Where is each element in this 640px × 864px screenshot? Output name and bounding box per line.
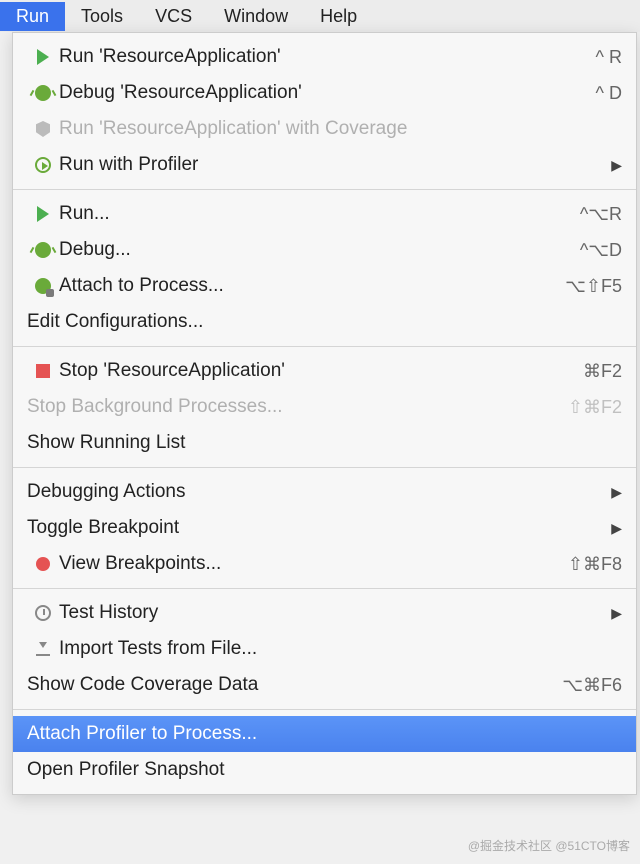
menubar-item-run[interactable]: Run xyxy=(0,2,65,31)
menu-item-show-running-list[interactable]: Show Running List xyxy=(13,425,636,461)
bug-icon xyxy=(27,242,59,258)
menu-item-toggle-breakpoint[interactable]: Toggle Breakpoint ▶ xyxy=(13,510,636,546)
menu-item-label: Run with Profiler xyxy=(59,154,603,176)
menu-item-label: Stop 'ResourceApplication' xyxy=(59,360,573,382)
menu-separator xyxy=(13,467,636,468)
clock-icon xyxy=(27,605,59,621)
menu-item-run-with-profiler[interactable]: Run with Profiler ▶ xyxy=(13,147,636,183)
menu-item-label: Attach to Process... xyxy=(59,275,555,297)
menu-item-shortcut: ⌘F2 xyxy=(583,361,622,382)
menu-item-label: Attach Profiler to Process... xyxy=(27,723,622,745)
menu-item-stop-resourceapplication[interactable]: Stop 'ResourceApplication' ⌘F2 xyxy=(13,353,636,389)
import-icon xyxy=(27,642,59,656)
menu-item-shortcut: ^⌥D xyxy=(580,240,622,261)
submenu-arrow-icon: ▶ xyxy=(611,157,622,174)
menu-item-attach-to-process[interactable]: Attach to Process... ⌥⇧F5 xyxy=(13,268,636,304)
menubar-item-help[interactable]: Help xyxy=(304,2,373,31)
menu-item-show-code-coverage-data[interactable]: Show Code Coverage Data ⌥⌘F6 xyxy=(13,667,636,703)
submenu-arrow-icon: ▶ xyxy=(611,520,622,537)
play-icon xyxy=(27,49,59,65)
menu-item-label: Debugging Actions xyxy=(27,481,603,503)
menu-item-label: View Breakpoints... xyxy=(59,553,558,575)
menu-separator xyxy=(13,346,636,347)
menu-item-label: Debug 'ResourceApplication' xyxy=(59,82,586,104)
menu-separator xyxy=(13,588,636,589)
menu-item-debug[interactable]: Debug... ^⌥D xyxy=(13,232,636,268)
menu-item-label: Show Code Coverage Data xyxy=(27,674,552,696)
menu-item-stop-background-processes: Stop Background Processes... ⇧⌘F2 xyxy=(13,389,636,425)
menu-item-import-tests-from-file[interactable]: Import Tests from File... xyxy=(13,631,636,667)
submenu-arrow-icon: ▶ xyxy=(611,484,622,501)
menu-item-view-breakpoints[interactable]: View Breakpoints... ⇧⌘F8 xyxy=(13,546,636,582)
menubar-item-vcs[interactable]: VCS xyxy=(139,2,208,31)
menu-item-label: Toggle Breakpoint xyxy=(27,517,603,539)
menu-item-label: Run 'ResourceApplication' with Coverage xyxy=(59,118,622,140)
menu-item-shortcut: ⇧⌘F8 xyxy=(568,554,622,575)
profiler-icon xyxy=(27,157,59,173)
menubar: RunToolsVCSWindowHelp xyxy=(0,0,640,32)
menu-item-label: Edit Configurations... xyxy=(27,311,622,333)
menu-item-label: Stop Background Processes... xyxy=(27,396,558,418)
menu-item-label: Show Running List xyxy=(27,432,622,454)
stop-icon xyxy=(27,364,59,378)
coverage-icon xyxy=(27,121,59,137)
play-icon xyxy=(27,206,59,222)
menu-item-run-resourceapplication-with-coverage: Run 'ResourceApplication' with Coverage xyxy=(13,111,636,147)
menubar-item-window[interactable]: Window xyxy=(208,2,304,31)
menu-item-open-profiler-snapshot[interactable]: Open Profiler Snapshot xyxy=(13,752,636,788)
menubar-item-tools[interactable]: Tools xyxy=(65,2,139,31)
menu-item-edit-configurations[interactable]: Edit Configurations... xyxy=(13,304,636,340)
menu-item-label: Import Tests from File... xyxy=(59,638,622,660)
menu-item-shortcut: ⇧⌘F2 xyxy=(568,397,622,418)
menu-item-debug-resourceapplication[interactable]: Debug 'ResourceApplication' ^ D xyxy=(13,75,636,111)
menu-item-label: Debug... xyxy=(59,239,570,261)
menu-item-label: Test History xyxy=(59,602,603,624)
menu-item-shortcut: ^ D xyxy=(596,83,622,104)
menu-item-debugging-actions[interactable]: Debugging Actions ▶ xyxy=(13,474,636,510)
menu-item-label: Open Profiler Snapshot xyxy=(27,759,622,781)
breakpoint-icon xyxy=(27,557,59,571)
menu-item-test-history[interactable]: Test History ▶ xyxy=(13,595,636,631)
menu-item-run-resourceapplication[interactable]: Run 'ResourceApplication' ^ R xyxy=(13,39,636,75)
run-menu-dropdown: Run 'ResourceApplication' ^ R Debug 'Resou… xyxy=(12,32,637,795)
menu-item-attach-profiler-to-process[interactable]: Attach Profiler to Process... xyxy=(13,716,636,752)
menu-item-label: Run 'ResourceApplication' xyxy=(59,46,586,68)
menu-item-shortcut: ^⌥R xyxy=(580,204,622,225)
bug-attach-icon xyxy=(27,278,59,294)
submenu-arrow-icon: ▶ xyxy=(611,605,622,622)
menu-item-shortcut: ^ R xyxy=(596,47,622,68)
menu-separator xyxy=(13,709,636,710)
menu-item-shortcut: ⌥⇧F5 xyxy=(565,276,622,297)
menu-item-label: Run... xyxy=(59,203,570,225)
menu-item-shortcut: ⌥⌘F6 xyxy=(562,675,622,696)
watermark: @掘金技术社区 @51CTO博客 xyxy=(468,837,630,854)
menu-separator xyxy=(13,189,636,190)
bug-icon xyxy=(27,85,59,101)
menu-item-run[interactable]: Run... ^⌥R xyxy=(13,196,636,232)
